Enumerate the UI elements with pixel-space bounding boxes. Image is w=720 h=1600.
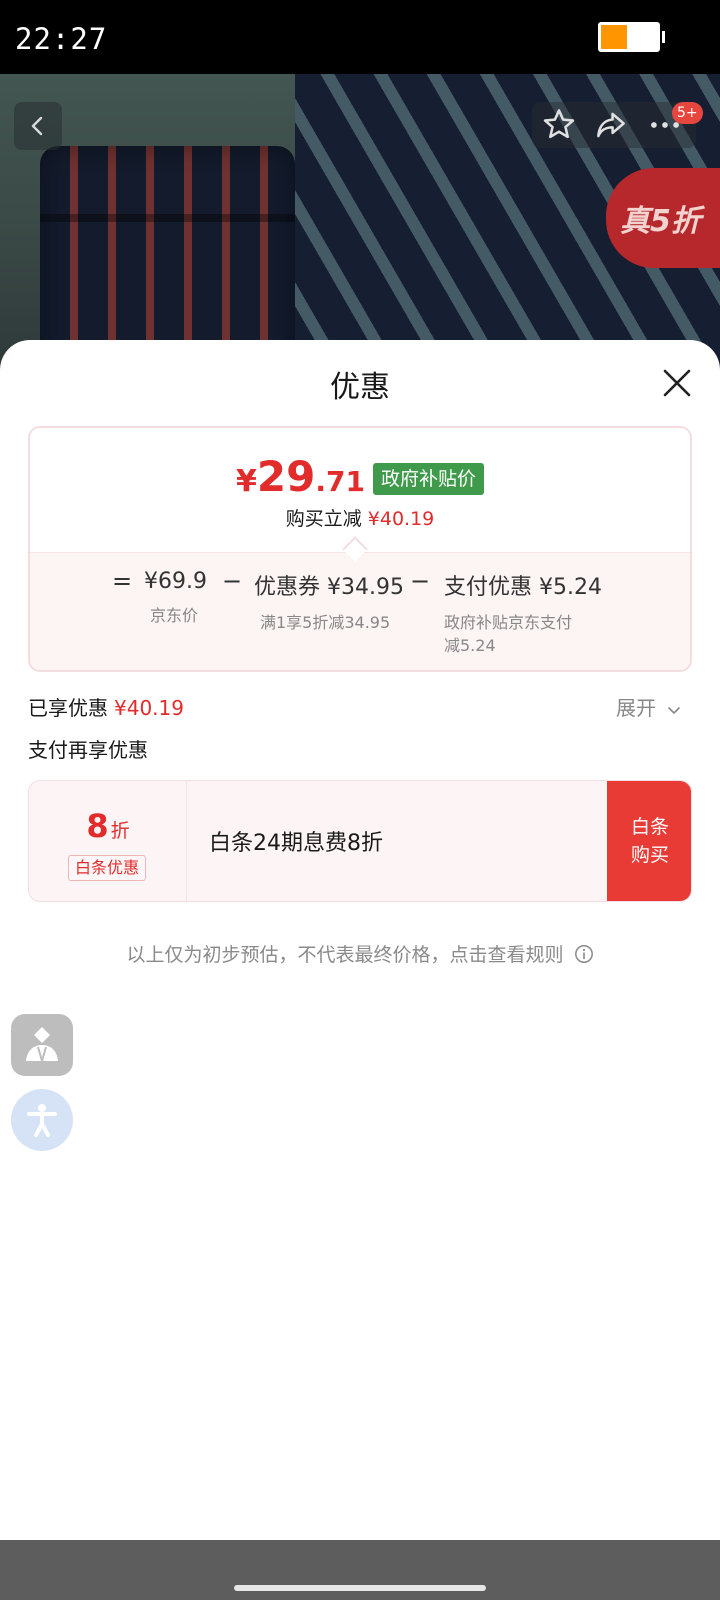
breakdown-coupon: 优惠券 ¥34.95 满1享5折减34.95 [254,575,404,632]
final-price: ¥29.71 [236,452,365,501]
enjoyed-value: ¥40.19 [114,696,184,720]
price-summary: ¥29.71 政府补贴价 购买立减 ¥40.19 [30,428,690,552]
close-icon[interactable] [660,366,694,400]
price-breakdown: = ¥69.9 京东价 − 优惠券 ¥34.95 满1享5折减34.95 − 支… [30,552,690,670]
more-badge: 5+ [672,102,703,124]
status-time: 22:27 [15,22,108,56]
expand-button[interactable]: 展开 [616,692,682,721]
expand-label: 展开 [616,696,656,720]
enjoyed-label: 已享优惠 [28,696,108,720]
home-indicator[interactable] [234,1585,486,1591]
baitiao-offer-text: 白条24期息费8折 [209,831,383,856]
breakdown-jd-price: ¥69.9 京东价 [144,569,207,625]
pay-section-title: 支付再享优惠 [28,738,148,762]
accessibility-icon [27,1104,57,1137]
back-icon [31,116,43,136]
instant-save-row: 购买立减 ¥40.19 [30,504,690,531]
instant-save-label: 购买立减 [285,508,362,530]
info-icon[interactable] [574,944,594,964]
service-icon [26,1027,58,1065]
discount-sheet: 优惠 ¥29.71 政府补贴价 购买立减 ¥40.19 = ¥69.9 京东价 − … [0,340,720,1540]
service-float-button[interactable] [11,1014,73,1076]
baitiao-buy-button[interactable]: 白条 购买 [607,781,691,901]
battery-tip [662,31,665,43]
chevron-down-icon [668,706,681,714]
minus-sign: − [410,567,431,595]
sheet-title: 优惠 [330,370,390,405]
price-card: ¥29.71 政府补贴价 购买立减 ¥40.19 = ¥69.9 京东价 − 优惠券… [28,426,692,672]
back-button[interactable] [14,102,62,150]
accessibility-float-button[interactable] [11,1089,73,1151]
minus-sign: − [222,567,243,595]
equals-sign: = [112,567,133,595]
gov-subsidy-tag: 政府补贴价 [372,463,484,495]
promo-tag-text: 真5折 [620,204,701,239]
navigation-bar [0,1540,720,1600]
enjoyed-discount-row: 已享优惠 ¥40.19 [28,692,184,721]
baitiao-discount-box: 8折 白条优惠 [29,781,187,901]
star-icon[interactable] [540,106,578,144]
baitiao-discount-number: 8 [86,807,109,845]
baitiao-offer-card[interactable]: 8折 白条优惠 白条24期息费8折 白条 购买 [28,780,692,902]
share-icon[interactable] [592,106,630,144]
breakdown-pay-discount: 支付优惠 ¥5.24 政府补贴京东支付 减5.24 [444,575,602,655]
disclaimer[interactable]: 以上仅为初步预估，不代表最终价格，点击查看规则 [0,940,720,967]
disclaimer-text: 以上仅为初步预估，不代表最终价格，点击查看规则 [126,944,564,966]
baitiao-tag: 白条优惠 [68,855,147,881]
battery-icon [598,22,660,52]
promo-tag: 真5折 [606,168,720,268]
instant-save-value: ¥40.19 [367,508,435,530]
baitiao-discount-unit: 折 [110,820,130,842]
